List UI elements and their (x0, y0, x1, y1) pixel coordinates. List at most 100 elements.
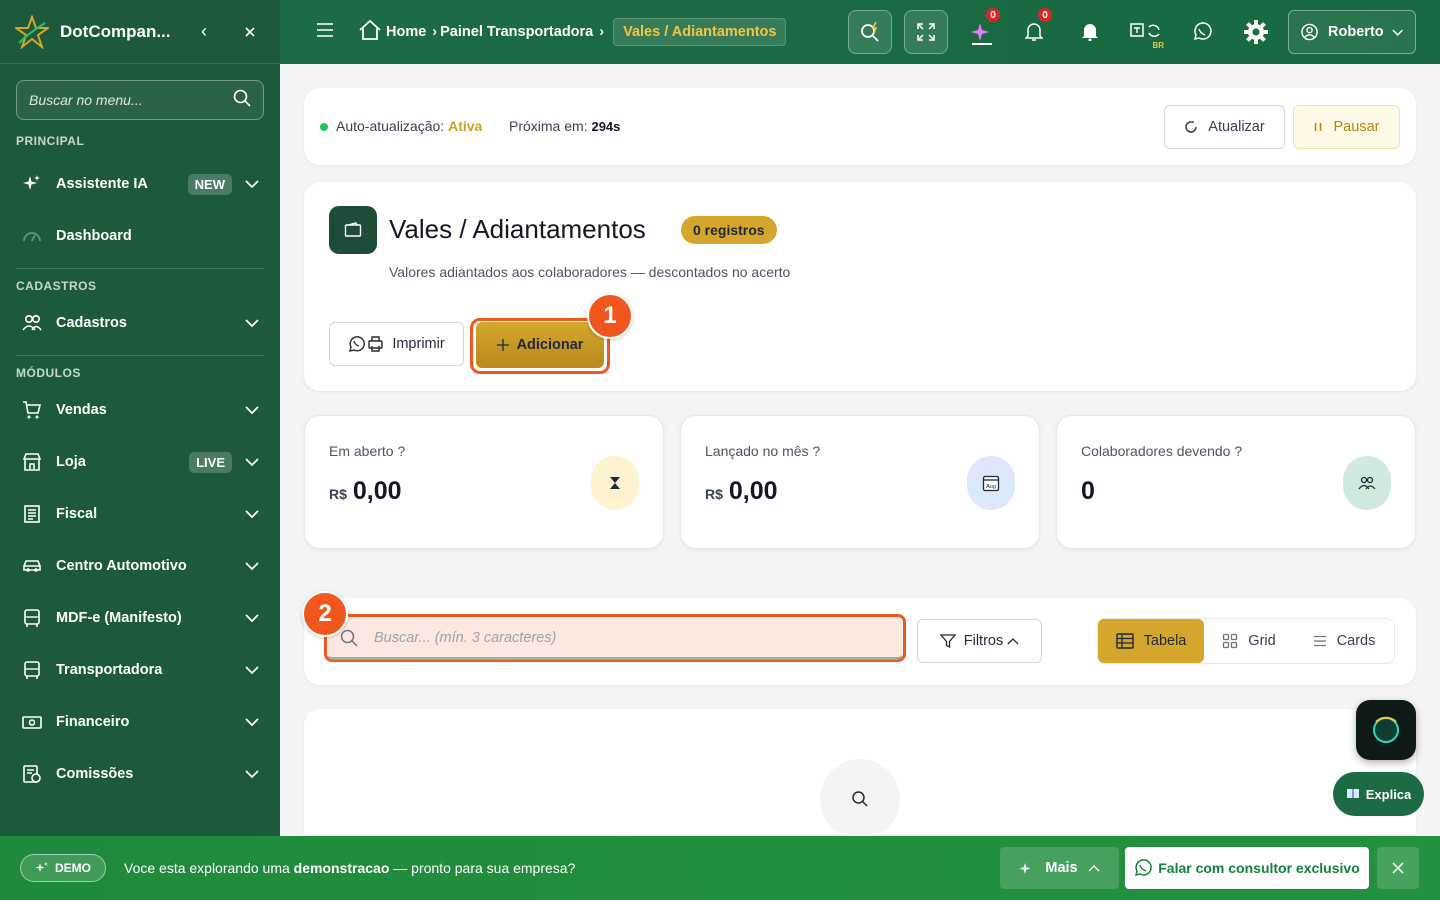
chevron-down-icon[interactable] (244, 176, 260, 192)
talk-to-consultant-button[interactable]: Falar com consultor exclusivo (1125, 847, 1369, 889)
close-icon (1392, 862, 1404, 874)
alerts-button[interactable] (1068, 10, 1112, 54)
store-icon (22, 452, 42, 472)
sidebar-item-label: Dashboard (56, 228, 132, 244)
chevron-down-icon (1392, 29, 1403, 36)
amount: 0,00 (728, 477, 778, 505)
stat-card-lancado-mes: Lançado no mês ? R$ 0,00 Aug (680, 415, 1040, 549)
sidebar: DotCompan... ‹ PRINCIPAL Assistente IA N… (0, 0, 280, 836)
sparkles-icon (35, 862, 48, 872)
sidebar-item-dashboard[interactable]: Dashboard (0, 210, 280, 262)
view-grid-label: Grid (1248, 633, 1276, 649)
filter-icon (939, 634, 956, 649)
wallet-icon (329, 206, 377, 254)
notifications-button[interactable]: 0 (1012, 8, 1056, 54)
commission-icon (22, 764, 42, 784)
chevron-down-icon[interactable] (244, 454, 260, 470)
topbar: Home › Painel Transportadora › Vales / A… (280, 0, 1440, 64)
view-cards-button[interactable]: Cards (1294, 619, 1394, 663)
pause-icon (1314, 123, 1321, 131)
home-icon[interactable] (358, 19, 382, 45)
search-icon (820, 759, 900, 839)
page-header-card: Vales / Adiantamentos 0 registros Valore… (304, 182, 1416, 391)
quick-search-button[interactable] (848, 10, 892, 54)
status-dot (320, 123, 328, 131)
car-icon (22, 556, 42, 576)
sidebar-item-transportadora[interactable]: Transportadora (0, 644, 280, 696)
chevron-left-icon[interactable]: ‹ (192, 20, 216, 44)
breadcrumb-parent[interactable]: Painel Transportadora (440, 24, 593, 40)
settings-button[interactable] (1234, 10, 1278, 54)
list-search-input[interactable] (374, 629, 890, 646)
sidebar-item-label: Vendas (56, 402, 107, 418)
ai-button[interactable]: 0 (960, 8, 1004, 54)
sidebar-item-cadastros[interactable]: Cadastros (0, 297, 280, 349)
demo-label: DEMO (55, 861, 91, 875)
stat-label: Lançado no mês ? (705, 443, 821, 459)
menu-icon[interactable] (316, 22, 336, 42)
step-marker-1: 1 (587, 293, 633, 339)
chevron-down-icon[interactable] (244, 558, 260, 574)
sidebar-item-financeiro[interactable]: Financeiro (0, 696, 280, 748)
print-button[interactable]: Imprimir (329, 322, 464, 366)
pause-label: Pausar (1333, 119, 1380, 135)
amount: 0,00 (352, 477, 402, 505)
whatsapp-button[interactable] (1180, 10, 1224, 54)
page-title: Vales / Adiantamentos (389, 214, 646, 244)
language-button[interactable]: BR (1124, 10, 1168, 54)
explica-button[interactable]: Explica (1333, 772, 1424, 816)
sidebar-item-comissoes[interactable]: Comissões (0, 748, 280, 800)
ai-assistant-fab[interactable] (1356, 700, 1416, 760)
live-badge: LIVE (189, 451, 232, 473)
banner-msg-start: Voce esta explorando uma (124, 860, 290, 876)
sidebar-item-label: Financeiro (56, 714, 130, 730)
section-cadastros: CADASTROS (16, 279, 97, 293)
section-modulos: MÓDULOS (16, 366, 81, 380)
view-table-label: Tabela (1143, 633, 1187, 649)
search-bolt-icon (861, 21, 879, 42)
stat-label: Colaboradores devendo ? (1081, 443, 1243, 459)
list-empty-state (304, 709, 1416, 849)
chevron-right-icon: › (432, 24, 438, 40)
more-button[interactable]: Mais (1000, 847, 1119, 889)
sidebar-item-assistente[interactable]: Assistente IA NEW (0, 158, 280, 210)
sidebar-item-mdfe[interactable]: MDF-e (Manifesto) (0, 592, 280, 644)
filters-button[interactable]: Filtros (917, 619, 1042, 663)
chevron-down-icon[interactable] (244, 506, 260, 522)
close-icon[interactable] (238, 20, 262, 44)
sidebar-item-loja[interactable]: Loja LIVE (0, 436, 280, 488)
sidebar-header: DotCompan... ‹ (0, 0, 280, 64)
chevron-down-icon[interactable] (244, 662, 260, 678)
demo-badge: DEMO (20, 854, 106, 882)
chevron-down-icon[interactable] (244, 610, 260, 626)
fullscreen-button[interactable] (904, 10, 948, 54)
view-grid-button[interactable]: Grid (1204, 619, 1294, 663)
currency: R$ (705, 486, 723, 502)
star-logo-icon[interactable] (14, 14, 50, 50)
auto-update-label: Auto-atualização: (336, 118, 445, 134)
refresh-button[interactable]: Atualizar (1164, 105, 1285, 149)
section-principal: PRINCIPAL (16, 134, 85, 148)
chevron-down-icon[interactable] (244, 766, 260, 782)
sidebar-item-fiscal[interactable]: Fiscal (0, 488, 280, 540)
notif-count-badge: 0 (1038, 8, 1052, 22)
breadcrumb-home[interactable]: Home (386, 24, 426, 40)
sidebar-item-vendas[interactable]: Vendas (0, 384, 280, 436)
table-icon (1115, 633, 1134, 649)
chevron-down-icon[interactable] (244, 714, 260, 730)
calendar-icon: Aug (967, 456, 1015, 510)
hourglass-icon (591, 456, 639, 510)
bus-icon (22, 660, 42, 680)
view-cards-label: Cards (1336, 633, 1376, 649)
divider (16, 268, 264, 269)
sidebar-search-input[interactable] (29, 92, 233, 108)
chevron-down-icon[interactable] (244, 402, 260, 418)
chevron-down-icon[interactable] (244, 315, 260, 331)
add-button[interactable]: Adicionar (476, 322, 604, 368)
view-table-button[interactable]: Tabela (1098, 619, 1204, 663)
pause-button[interactable]: Pausar (1293, 105, 1400, 149)
user-menu-button[interactable]: Roberto (1288, 10, 1416, 54)
search-icon[interactable] (233, 89, 251, 112)
banner-close-button[interactable] (1377, 847, 1419, 889)
sidebar-item-automotivo[interactable]: Centro Automotivo (0, 540, 280, 592)
